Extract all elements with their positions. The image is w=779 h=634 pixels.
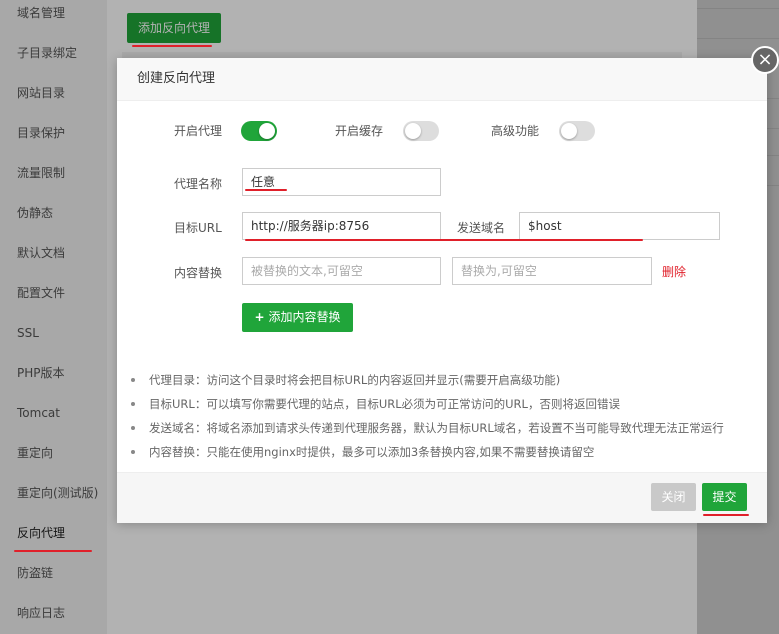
add-content-replace-button[interactable]: + 添加内容替换 [242,303,353,332]
advanced-features-label: 高级功能 [491,124,540,138]
enable-proxy-toggle[interactable] [241,121,277,141]
annotation-underline [703,514,749,516]
annotation-underline [14,550,92,552]
create-reverse-proxy-dialog: 创建反向代理 开启代理 开启缓存 高级功能 代理名称 任意 目标URL http… [117,58,767,523]
send-domain-label: 发送域名 [457,221,506,235]
replace-to-input[interactable]: 替换为,可留空 [452,257,652,285]
enable-cache-toggle[interactable] [403,121,439,141]
send-domain-input[interactable]: $host [519,212,720,240]
content-replace-label: 内容替换 [174,266,223,280]
target-url-label: 目标URL [174,221,222,235]
delete-replace-link[interactable]: 删除 [662,262,686,282]
plus-icon: + [254,310,265,324]
close-icon[interactable]: × [751,46,779,74]
proxy-name-label: 代理名称 [174,177,223,191]
target-url-input[interactable]: http://服务器ip:8756 [242,212,441,240]
proxy-name-input[interactable]: 任意 [242,168,441,196]
replace-from-input[interactable]: 被替换的文本,可留空 [242,257,441,285]
advanced-features-toggle[interactable] [559,121,595,141]
dialog-header: 创建反向代理 [117,58,767,101]
annotation-underline [245,239,643,241]
submit-button[interactable]: 提交 [702,483,747,511]
dialog-title: 创建反向代理 [137,71,216,86]
dialog-footer: 关闭 提交 [117,472,767,523]
enable-cache-label: 开启缓存 [335,124,384,138]
annotation-underline [245,189,287,191]
add-content-replace-label: 添加内容替换 [268,310,341,324]
close-button[interactable]: 关闭 [651,483,696,511]
annotation-underline [132,45,212,47]
enable-proxy-label: 开启代理 [174,124,223,138]
